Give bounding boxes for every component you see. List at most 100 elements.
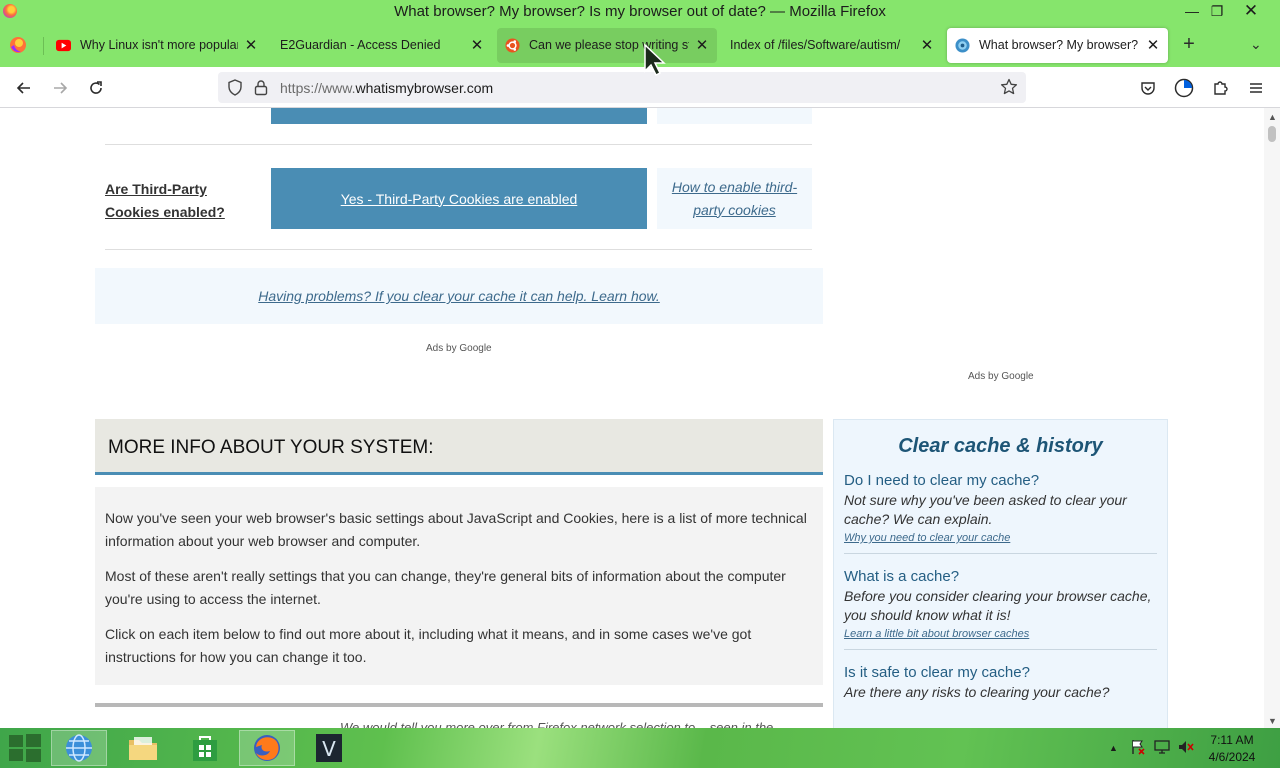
extensions-button[interactable] — [1208, 76, 1232, 100]
windows-taskbar: V ▲ 7:11 AM 4/6/2024 — [0, 728, 1280, 768]
new-tab-button[interactable]: + — [1178, 34, 1200, 56]
firefox-icon — [254, 735, 280, 761]
clear-cache-panel: Clear cache & history Do I need to clear… — [833, 419, 1168, 728]
svg-text:V: V — [322, 737, 336, 761]
puzzle-piece-icon — [1214, 81, 1228, 95]
more-info-heading: MORE INFO ABOUT YOUR SYSTEM: — [108, 437, 434, 458]
close-window-button[interactable]: ✕ — [1234, 1, 1268, 23]
cache-description: Before you consider clearing your browse… — [844, 588, 1152, 623]
cache-link[interactable]: Why you need to clear your cache — [844, 532, 1157, 544]
more-info-paragraph: Most of these aren't really settings tha… — [105, 568, 786, 607]
cache-link[interactable]: Learn a little bit about browser caches — [844, 628, 1157, 640]
cache-description: Not sure why you've been asked to clear … — [844, 492, 1127, 527]
mouse-cursor-icon — [644, 43, 666, 77]
url-text[interactable]: https://www.whatismybrowser.com — [280, 80, 493, 96]
action-center-flag-icon[interactable] — [1130, 739, 1146, 755]
lock-icon[interactable] — [254, 79, 268, 96]
more-info-paragraph: Now you've seen your web browser's basic… — [105, 510, 807, 549]
tab-close-button[interactable]: ✕ — [1145, 36, 1161, 54]
network-icon[interactable] — [1154, 739, 1170, 755]
taskbar-vim[interactable]: V — [301, 730, 357, 766]
tab-index-of-files[interactable]: Index of /files/Software/autism/ ✕ — [722, 28, 942, 63]
taskbar-firefox[interactable] — [239, 730, 295, 766]
clock-date: 4/6/2024 — [1208, 750, 1256, 764]
bookmark-star-icon[interactable] — [1000, 78, 1018, 96]
back-arrow-icon — [16, 82, 30, 94]
forward-arrow-icon — [54, 82, 68, 94]
taskbar-store[interactable] — [177, 730, 233, 766]
cache-question[interactable]: What is a cache? — [844, 568, 1157, 585]
having-problems-box[interactable]: Having problems? If you clear your cache… — [95, 268, 823, 324]
list-all-tabs-button[interactable]: ⌄ — [1250, 36, 1262, 53]
previous-setting-help — [657, 108, 812, 124]
navigation-toolbar: https://www.whatismybrowser.com — [0, 67, 1280, 108]
folder-icon — [129, 737, 157, 760]
tab-label: Why Linux isn't more popular - — [80, 38, 238, 52]
more-info-paragraph: Click on each item below to find out mor… — [105, 626, 752, 665]
third-party-cookies-status[interactable]: Yes - Third-Party Cookies are enabled — [271, 168, 647, 229]
clock-time: 7:11 AM — [1210, 733, 1254, 747]
tab-label: E2Guardian - Access Denied — [280, 38, 441, 52]
vertical-scrollbar[interactable]: ▲ ▼ — [1264, 108, 1280, 728]
tab-label: What browser? My browser? Is m — [979, 38, 1140, 52]
firefox-view-icon[interactable] — [8, 35, 28, 55]
reload-button[interactable] — [84, 76, 108, 100]
tab-strip: Why Linux isn't more popular - ✕ E2Guard… — [0, 24, 1280, 67]
cache-question[interactable]: Do I need to clear my cache? — [844, 472, 1157, 489]
scroll-up-icon[interactable]: ▲ — [1268, 112, 1277, 122]
scrollbar-thumb[interactable] — [1268, 126, 1276, 142]
tab-can-we-please[interactable]: Can we please stop writing stu ✕ — [497, 28, 717, 63]
partially-visible-text: We would tell you more over from Firefox… — [340, 720, 774, 728]
tab-close-button[interactable]: ✕ — [243, 36, 259, 54]
restore-button[interactable]: ❐ — [1200, 1, 1234, 23]
ads-label: Ads by Google — [426, 343, 492, 354]
pocket-button[interactable] — [1136, 76, 1160, 100]
third-party-cookies-status-text[interactable]: Yes - Third-Party Cookies are enabled — [341, 191, 578, 207]
enable-third-party-cookies-link[interactable]: How to enable third-party cookies — [657, 176, 812, 222]
account-button[interactable] — [1172, 76, 1196, 100]
taskbar-internet-explorer[interactable] — [51, 730, 107, 766]
ads-label: Ads by Google — [968, 371, 1034, 382]
hamburger-menu-icon — [1250, 83, 1262, 93]
tab-close-button[interactable]: ✕ — [694, 36, 710, 54]
clear-cache-title[interactable]: Clear cache & history — [844, 435, 1157, 458]
back-button[interactable] — [12, 76, 36, 100]
having-problems-link[interactable]: Having problems? If you clear your cache… — [258, 288, 660, 304]
globe-icon — [66, 734, 92, 762]
tab-close-button[interactable]: ✕ — [919, 36, 935, 54]
volume-muted-icon[interactable] — [1178, 739, 1194, 755]
more-info-body: Now you've seen your web browser's basic… — [95, 487, 823, 685]
enable-third-party-cookies-link-box[interactable]: How to enable third-party cookies — [657, 168, 812, 229]
youtube-icon — [56, 39, 71, 52]
vim-icon: V — [316, 734, 342, 762]
tab-what-browser[interactable]: What browser? My browser? Is m ✕ — [947, 28, 1168, 63]
whatismybrowser-icon — [955, 38, 970, 53]
tab-close-button[interactable]: ✕ — [469, 36, 485, 54]
forward-button[interactable] — [48, 76, 72, 100]
tab-e2guardian[interactable]: E2Guardian - Access Denied ✕ — [272, 28, 492, 63]
cache-description: Are there any risks to clearing your cac… — [844, 684, 1110, 700]
section-divider — [95, 703, 823, 707]
app-menu-button[interactable] — [1244, 76, 1268, 100]
window-title: What browser? My browser? Is my browser … — [394, 3, 886, 20]
tab-youtube[interactable]: Why Linux isn't more popular - ✕ — [48, 28, 266, 63]
windows-start-icon[interactable] — [8, 733, 42, 763]
third-party-cookies-label[interactable]: Are Third-Party Cookies enabled? — [105, 178, 265, 224]
show-hidden-icons-button[interactable]: ▲ — [1109, 743, 1118, 753]
tracking-protection-shield-icon[interactable] — [227, 79, 243, 96]
ubuntu-icon — [505, 38, 520, 53]
store-bag-icon — [193, 736, 217, 761]
url-bar[interactable]: https://www.whatismybrowser.com — [218, 72, 1026, 103]
window-titlebar: What browser? My browser? Is my browser … — [0, 0, 1280, 24]
tab-label: Index of /files/Software/autism/ — [730, 38, 901, 52]
taskbar-file-explorer[interactable] — [115, 730, 171, 766]
scroll-down-icon[interactable]: ▼ — [1268, 716, 1277, 726]
account-icon — [1174, 78, 1194, 98]
page-viewport: Are Third-Party Cookies enabled? Yes - T… — [0, 108, 1264, 728]
more-info-heading-box: MORE INFO ABOUT YOUR SYSTEM: — [95, 419, 823, 475]
reload-icon — [90, 81, 102, 94]
previous-setting-status — [271, 108, 647, 124]
cache-question[interactable]: Is it safe to clear my cache? — [844, 664, 1157, 681]
pocket-icon — [1141, 82, 1155, 95]
taskbar-clock[interactable]: 7:11 AM 4/6/2024 — [1196, 732, 1268, 766]
